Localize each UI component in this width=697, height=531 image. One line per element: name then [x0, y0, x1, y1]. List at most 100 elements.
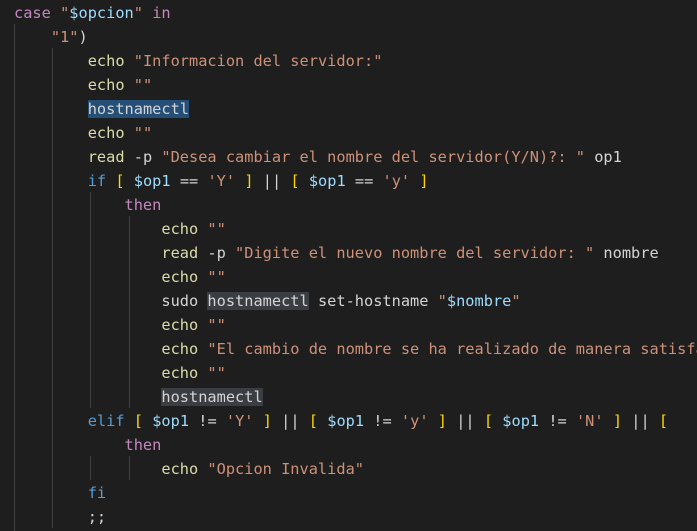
- code-line[interactable]: echo "Informacion del servidor:": [14, 49, 383, 73]
- code-token: "": [133, 124, 153, 142]
- code-line[interactable]: echo "Opcion Invalida": [14, 457, 364, 481]
- code-token: "": [207, 220, 226, 238]
- code-token: ;;: [87, 508, 107, 526]
- code-token: 'y': [382, 172, 411, 190]
- code-token: ||: [271, 412, 309, 430]
- code-line[interactable]: ;;: [14, 505, 106, 529]
- code-line[interactable]: read -p "Desea cambiar el nombre del ser…: [14, 145, 622, 169]
- code-token: elif: [87, 412, 125, 430]
- code-token: hostnamectl: [87, 100, 189, 118]
- code-token: in: [152, 4, 171, 22]
- code-token: echo: [87, 76, 125, 94]
- code-token: ==: [345, 172, 383, 190]
- code-token: hostnamectl: [161, 388, 263, 406]
- code-token: 'y': [400, 412, 429, 430]
- code-token: ": [511, 292, 521, 310]
- code-line[interactable]: sudo hostnamectl set-hostname "$nombre": [14, 289, 521, 313]
- code-token: ]: [612, 412, 623, 430]
- code-line[interactable]: then: [14, 433, 162, 457]
- code-token: ==: [170, 172, 208, 190]
- code-token: then: [124, 436, 162, 454]
- code-token: case: [14, 4, 51, 22]
- code-token: echo: [161, 460, 199, 478]
- code-token: ]: [244, 172, 254, 190]
- code-token: $op1: [502, 412, 540, 430]
- code-token: echo: [161, 316, 199, 334]
- code-token: [: [133, 412, 143, 430]
- code-token: -p: [124, 148, 162, 166]
- code-line[interactable]: echo "": [14, 361, 225, 385]
- code-token: !=: [364, 412, 401, 430]
- code-line[interactable]: echo "": [14, 313, 225, 337]
- code-token: 'N': [575, 412, 604, 430]
- code-line[interactable]: echo "": [14, 121, 152, 145]
- code-token: !=: [189, 412, 226, 430]
- code-token: "Opcion Invalida": [207, 460, 364, 478]
- code-token: nombre: [594, 244, 659, 262]
- code-token: if: [87, 172, 107, 190]
- code-token: "Desea cambiar el nombre del servidor(Y/…: [161, 148, 586, 166]
- code-token: !=: [539, 412, 576, 430]
- code-token: ||: [253, 172, 291, 190]
- code-line[interactable]: read -p "Digite el nuevo nombre del serv…: [14, 241, 659, 265]
- code-token: $op1: [308, 172, 346, 190]
- code-token: $op1: [133, 172, 171, 190]
- code-line[interactable]: echo "": [14, 73, 152, 97]
- code-token: echo: [161, 268, 199, 286]
- code-token: [: [290, 172, 300, 190]
- code-line[interactable]: echo "": [14, 265, 226, 289]
- code-token: ]: [262, 412, 272, 430]
- code-token: ": [437, 292, 447, 310]
- code-token: $op1: [327, 412, 365, 430]
- code-token: 'Y': [207, 172, 236, 190]
- code-token: "": [207, 268, 226, 286]
- code-line[interactable]: hostnamectl: [14, 97, 189, 121]
- code-token: "El cambio de nombre se ha realizado de …: [207, 340, 697, 358]
- code-token: read: [87, 148, 125, 166]
- code-line[interactable]: hostnamectl: [14, 385, 263, 409]
- code-line[interactable]: case "$opcion" in: [14, 1, 171, 25]
- code-token: echo: [87, 124, 125, 142]
- code-token: [: [115, 172, 125, 190]
- code-line[interactable]: then: [14, 193, 162, 217]
- code-token: [: [308, 412, 319, 430]
- code-token: set-hostname: [308, 292, 438, 310]
- code-line[interactable]: fi: [14, 481, 106, 505]
- code-token: "1": [50, 28, 79, 46]
- code-line[interactable]: "1"): [14, 25, 88, 49]
- code-line[interactable]: elif [ $op1 != 'Y' ] || [ $op1 != 'y' ] …: [14, 409, 668, 433]
- code-token: fi: [87, 484, 107, 502]
- code-token: ||: [622, 412, 659, 430]
- code-token: -p: [198, 244, 236, 262]
- code-editor[interactable]: case "$opcion" in "1") echo "Informacion…: [0, 0, 697, 531]
- code-line[interactable]: if [ $op1 == 'Y' ] || [ $op1 == 'y' ]: [14, 169, 429, 193]
- code-line[interactable]: echo "": [14, 217, 226, 241]
- code-line[interactable]: echo "El cambio de nombre se ha realizad…: [14, 337, 697, 361]
- code-token: [: [658, 412, 669, 430]
- code-token: "": [133, 76, 153, 94]
